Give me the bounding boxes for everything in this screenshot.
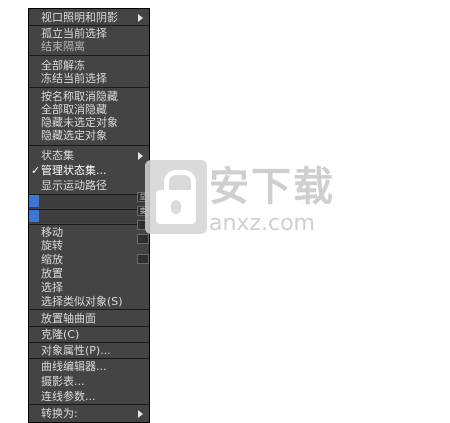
menu-item-wire-parameters[interactable]: 连线参数...	[29, 390, 149, 403]
menu-separator	[29, 309, 149, 310]
menu-item-convert-to[interactable]: 转换为:	[29, 407, 149, 420]
menu-item-label: 旋转	[41, 239, 63, 252]
menu-item-unfreeze-all[interactable]: 全部解冻	[29, 59, 149, 72]
menu-item-label: 选择	[41, 281, 63, 294]
menu-item-label: 显示运动路径	[41, 179, 107, 192]
menu-item-unhide-all[interactable]: 全部取消隐藏	[29, 103, 149, 116]
menu-item-freeze-selection[interactable]: 冻结当前选择	[29, 72, 149, 85]
transform-quad-icon[interactable]: 变换	[137, 206, 149, 216]
color-band-row[interactable]	[29, 210, 149, 223]
display-quad-icon[interactable]: 显示	[137, 192, 149, 202]
menu-item-viewport-lighting-shadows[interactable]: 视口照明和阴影	[29, 11, 149, 24]
watermark-logo: 安下载 anxz.com	[145, 160, 355, 260]
menu-item-label: 管理状态集...	[41, 164, 107, 177]
menu-item-label: 放置轴曲面	[41, 312, 96, 325]
quad-panel-icon[interactable]	[137, 220, 149, 230]
menu-item-scale[interactable]: 缩放	[29, 253, 149, 266]
menu-item-label: 孤立当前选择	[41, 27, 107, 40]
window-icon[interactable]	[137, 254, 149, 264]
menu-item-label: 连线参数...	[41, 390, 96, 403]
menu-item-manage-state-sets[interactable]: ✓ 管理状态集...	[29, 164, 149, 177]
menu-item-label: 放置	[41, 267, 63, 280]
menu-item-label: 选择类似对象(S)	[41, 295, 123, 308]
menu-item-clone[interactable]: 克隆(C)	[29, 328, 149, 341]
menu-separator	[29, 224, 149, 225]
menu-item-object-properties[interactable]: 对象属性(P)...	[29, 344, 149, 357]
submenu-arrow-icon	[138, 14, 143, 22]
menu-item-select-similar[interactable]: 选择类似对象(S)	[29, 295, 149, 308]
menu-item-end-isolate[interactable]: 结束隔离	[29, 40, 149, 53]
menu-item-place[interactable]: 放置	[29, 267, 149, 280]
menu-separator	[29, 87, 149, 88]
menu-item-move[interactable]: 移动	[29, 226, 149, 239]
menu-item-isolate-selection[interactable]: 孤立当前选择	[29, 27, 149, 40]
menu-item-select[interactable]: 选择	[29, 281, 149, 294]
menu-item-label: 曲线编辑器...	[41, 360, 107, 373]
menu-item-unhide-by-name[interactable]: 按名称取消隐藏	[29, 90, 149, 103]
menu-item-place-pivot-surface[interactable]: 放置轴曲面	[29, 312, 149, 325]
menu-item-label: 全部解冻	[41, 59, 85, 72]
menu-item-label: 按名称取消隐藏	[41, 90, 118, 103]
blue-swatch	[29, 210, 39, 222]
menu-item-state-sets[interactable]: 状态集	[29, 149, 149, 162]
color-band-row[interactable]	[29, 195, 149, 208]
blue-swatch	[29, 195, 39, 207]
menu-item-label: 结束隔离	[41, 40, 85, 53]
menu-separator	[29, 326, 149, 327]
menu-separator	[29, 25, 149, 26]
menu-item-label: 对象属性(P)...	[41, 344, 111, 357]
menu-separator	[29, 55, 149, 56]
menu-item-label: 隐藏未选定对象	[41, 116, 118, 129]
menu-item-label: 隐藏选定对象	[41, 129, 107, 142]
menu-separator	[29, 358, 149, 359]
menu-separator	[29, 145, 149, 146]
submenu-arrow-icon	[138, 410, 143, 418]
menu-item-label: 状态集	[41, 149, 74, 162]
menu-item-hide-selection[interactable]: 隐藏选定对象	[29, 129, 149, 142]
lock-bag-icon	[145, 160, 207, 234]
menu-separator	[29, 404, 149, 405]
menu-item-dope-sheet[interactable]: 摄影表...	[29, 375, 149, 388]
menu-item-label: 摄影表...	[41, 375, 85, 388]
menu-item-label: 视口照明和阴影	[41, 11, 118, 24]
menu-item-label: 移动	[41, 226, 63, 239]
menu-item-label: 冻结当前选择	[41, 72, 107, 85]
menu-item-curve-editor[interactable]: 曲线编辑器...	[29, 360, 149, 373]
menu-item-label: 克隆(C)	[41, 328, 80, 341]
menu-item-show-motion-paths[interactable]: 显示运动路径	[29, 179, 149, 192]
watermark-subtitle: anxz.com	[209, 211, 315, 236]
menu-item-label: 缩放	[41, 253, 63, 266]
menu-item-rotate[interactable]: 旋转	[29, 239, 149, 252]
menu-separator	[29, 342, 149, 343]
menu-item-hide-unselected[interactable]: 隐藏未选定对象	[29, 116, 149, 129]
watermark-title: 安下载	[209, 164, 335, 210]
checkmark-icon: ✓	[31, 164, 41, 177]
menu-item-label: 转换为:	[41, 407, 78, 420]
menu-item-label: 全部取消隐藏	[41, 103, 107, 116]
quad-context-menu: 视口照明和阴影 孤立当前选择 结束隔离 全部解冻 冻结当前选择 按名称取消隐藏 …	[28, 8, 150, 423]
submenu-arrow-icon	[138, 152, 143, 160]
quad-panel-icon[interactable]	[137, 234, 149, 244]
